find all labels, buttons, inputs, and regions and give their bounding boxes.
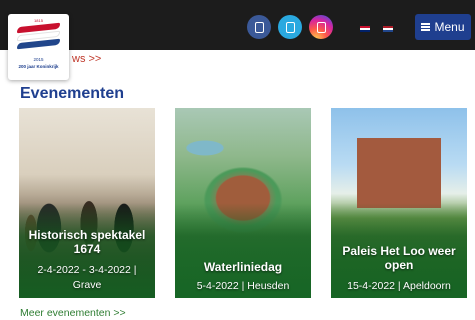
- site-logo[interactable]: 1815 2015 200 jaar Koninkrijk: [8, 14, 69, 80]
- twitter-icon[interactable]: [278, 15, 302, 39]
- top-navigation-bar: Menu: [0, 0, 475, 50]
- logo-year: 2015: [33, 57, 44, 62]
- event-card[interactable]: Waterliniedag 5-4-2022 | Heusden: [175, 108, 311, 298]
- event-title: Historisch spektakel 1674: [28, 228, 146, 256]
- more-news-link[interactable]: ws >>: [72, 53, 101, 65]
- flag-nl-icon[interactable]: [383, 26, 393, 32]
- event-title: Paleis Het Loo weer open: [342, 244, 456, 272]
- more-events-link[interactable]: Meer evenementen >>: [20, 307, 126, 319]
- instagram-icon[interactable]: [309, 15, 333, 39]
- facebook-icon[interactable]: [247, 15, 271, 39]
- page: Menu 1815 2015 200 jaar Koninkrijk ws >>…: [0, 0, 475, 320]
- event-card[interactable]: Paleis Het Loo weer open 15-4-2022 | Ape…: [331, 108, 467, 298]
- event-meta: 15-4-2022 | Apeldoorn: [347, 280, 451, 292]
- logo-tagline: 200 jaar Koninkrijk: [18, 64, 59, 69]
- section-title: Evenementen: [20, 85, 125, 102]
- flag-en-icon[interactable]: [360, 26, 370, 32]
- event-card[interactable]: Historisch spektakel 1674 2-4-2022 - 3-4…: [19, 108, 155, 298]
- hamburger-icon: [421, 23, 431, 31]
- event-meta: 2-4-2022 - 3-4-2022 | Grave: [37, 264, 137, 291]
- event-meta: 5-4-2022 | Heusden: [196, 280, 290, 292]
- menu-label: Menu: [434, 20, 465, 34]
- menu-button[interactable]: Menu: [415, 14, 471, 40]
- event-title: Waterliniedag: [203, 260, 283, 274]
- logo-top-text: 1815: [34, 18, 43, 23]
